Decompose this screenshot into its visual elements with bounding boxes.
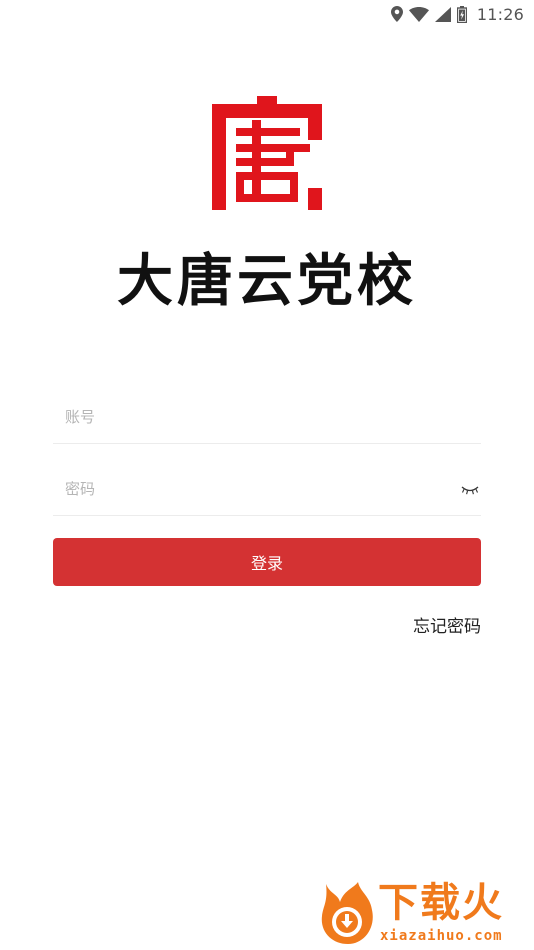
- wifi-icon: [408, 6, 429, 22]
- status-icons: 11:26: [390, 4, 524, 24]
- tang-seal-logo-icon: [212, 96, 322, 210]
- watermark: 下载火 xiazaihuo.com: [314, 878, 532, 948]
- flame-download-icon: [321, 882, 373, 944]
- app-title: 大唐云党校: [117, 249, 417, 314]
- account-field: [53, 394, 481, 444]
- watermark-url: xiazaihuo.com: [380, 928, 503, 944]
- location-icon: [390, 6, 403, 22]
- password-input[interactable]: [65, 474, 445, 504]
- eye-closed-icon[interactable]: [461, 484, 479, 496]
- password-field: [53, 466, 481, 516]
- account-input[interactable]: [65, 402, 445, 432]
- forgot-password-link[interactable]: 忘记密码: [413, 612, 481, 637]
- watermark-title: 下载火: [378, 880, 504, 926]
- status-time: 11:26: [476, 4, 524, 24]
- battery-icon: [456, 5, 467, 23]
- signal-icon: [434, 6, 451, 22]
- login-button[interactable]: 登录: [53, 538, 481, 586]
- status-bar: 11:26: [0, 0, 534, 28]
